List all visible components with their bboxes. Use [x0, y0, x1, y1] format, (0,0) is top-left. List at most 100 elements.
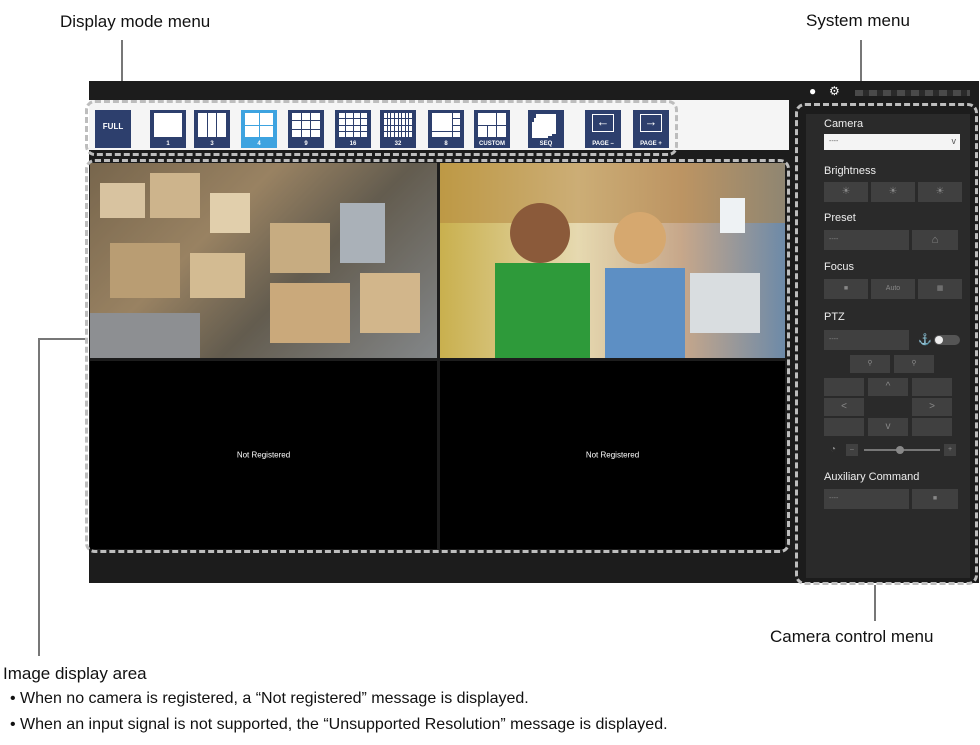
pan-right-button[interactable]: > — [912, 398, 952, 416]
mode-seq-label: SEQ — [539, 141, 553, 147]
not-registered-message-4: Not Registered — [585, 450, 640, 460]
camera-view-3[interactable]: Not Registered — [90, 361, 437, 549]
pan-up-left-button[interactable] — [824, 378, 864, 396]
mode-32-button[interactable]: 32 — [380, 110, 416, 148]
focus-far-button[interactable]: ▦ — [918, 279, 962, 299]
camera-control-menu-callout: Camera control menu — [770, 627, 934, 646]
pan-down-right-button[interactable] — [912, 418, 952, 436]
chevron-down-icon: v — [951, 136, 957, 146]
focus-auto-button[interactable]: Auto — [871, 279, 915, 299]
mode-1-label: 1 — [166, 141, 170, 147]
pan-left-button[interactable]: < — [824, 398, 864, 416]
page-plus-button[interactable]: → PAGE + — [633, 110, 669, 148]
speed-slider-track[interactable] — [864, 446, 940, 454]
note-unsupported-resolution-text: When an input signal is not supported, t… — [20, 716, 668, 733]
focus-near-icon: ■ — [843, 285, 849, 292]
mode-full-label: FULL — [102, 122, 124, 131]
camera-select[interactable]: ---- v — [824, 134, 960, 150]
system-status-bar — [855, 90, 970, 96]
layout-4-icon — [245, 113, 273, 137]
ptz-toggle[interactable] — [934, 335, 960, 345]
home-icon: ⌂ — [931, 234, 939, 246]
mode-8-label: 8 — [444, 141, 448, 147]
layout-3-icon — [198, 113, 226, 137]
ptz-label: PTZ — [824, 311, 845, 323]
zoom-in-icon: ⚲ — [911, 360, 917, 367]
warehouse-feed-image — [90, 163, 437, 358]
brightness-down-button[interactable]: ☀ — [824, 182, 868, 202]
auxiliary-command-select[interactable]: ---- — [824, 489, 909, 509]
chevron-down-icon: v — [885, 421, 891, 432]
mode-custom-button[interactable]: CUSTOM — [474, 110, 510, 148]
camera-view-2[interactable] — [440, 163, 785, 358]
speed-slider-thumb[interactable] — [896, 446, 904, 454]
pan-down-left-button[interactable] — [824, 418, 864, 436]
layout-8-icon — [432, 113, 460, 137]
layout-1-icon — [154, 113, 182, 137]
sun-dim-icon: ☀ — [841, 186, 851, 197]
zoom-out-button[interactable]: ⚲ — [850, 355, 890, 373]
auxiliary-command-label: Auxiliary Command — [824, 471, 920, 483]
ptz-toggle-knob — [935, 336, 943, 344]
preset-select[interactable]: ---- — [824, 230, 909, 250]
layout-32-icon — [384, 113, 412, 137]
camera-control-panel: Camera ---- v Brightness ☀ ☀ ☀ Preset --… — [806, 114, 970, 578]
mode-3-label: 3 — [210, 141, 214, 147]
camera-view-4[interactable]: Not Registered — [440, 361, 785, 549]
mode-seq-button[interactable]: SEQ — [528, 110, 564, 148]
preset-home-button[interactable]: ⌂ — [912, 230, 958, 250]
pan-up-button[interactable]: ^ — [868, 378, 908, 396]
chevron-left-icon: < — [841, 401, 847, 412]
image-area-leader-line-h — [38, 338, 88, 340]
camera-control-leader-line — [874, 585, 876, 621]
zoom-out-icon: ⚲ — [867, 360, 873, 367]
sun-bright-icon: ☀ — [935, 186, 945, 197]
note-not-registered-text: When no camera is registered, a “Not reg… — [20, 690, 529, 707]
chevron-right-icon: > — [929, 401, 935, 412]
speed-gauge-icon: ◔ — [830, 444, 837, 455]
mode-full-button[interactable]: FULL — [95, 110, 131, 148]
mode-1-button[interactable]: 1 — [150, 110, 186, 148]
joystick-icon: ⚓ — [918, 334, 932, 346]
image-display-area-callout: Image display area — [3, 664, 147, 683]
mode-3-button[interactable]: 3 — [194, 110, 230, 148]
chevron-up-icon: ^ — [885, 381, 891, 392]
ptz-select-value: ---- — [829, 336, 839, 343]
page-minus-button[interactable]: ← PAGE – — [585, 110, 621, 148]
brightness-up-button[interactable]: ☀ — [918, 182, 962, 202]
focus-far-icon: ▦ — [936, 285, 944, 292]
sequence-icon — [536, 114, 556, 134]
brightness-label: Brightness — [824, 165, 876, 177]
mode-custom-label: CUSTOM — [479, 141, 505, 147]
arrow-left-icon: ← — [592, 114, 614, 132]
image-area-leader-line-v — [38, 338, 40, 656]
store-feed-image — [440, 163, 785, 358]
pan-down-button[interactable]: v — [868, 418, 908, 436]
mode-4-label: 4 — [257, 141, 261, 147]
mode-4-button[interactable]: 4 — [241, 110, 277, 148]
mode-9-button[interactable]: 9 — [288, 110, 324, 148]
auxiliary-command-send-button[interactable]: ■ — [912, 489, 958, 509]
layout-9-icon — [292, 113, 320, 137]
ptz-select[interactable]: ---- — [824, 330, 909, 350]
speed-minus-button[interactable]: – — [846, 444, 858, 456]
mode-8-button[interactable]: 8 — [428, 110, 464, 148]
pan-up-right-button[interactable] — [912, 378, 952, 396]
auxiliary-command-value: ---- — [829, 495, 839, 502]
zoom-in-button[interactable]: ⚲ — [894, 355, 934, 373]
gear-icon[interactable]: ⚙ — [829, 84, 840, 98]
layout-16-icon — [339, 113, 367, 137]
speed-plus-button[interactable]: + — [944, 444, 956, 456]
user-icon[interactable]: ● — [809, 84, 816, 98]
focus-near-button[interactable]: ■ — [824, 279, 868, 299]
note-unsupported-resolution: • When an input signal is not supported,… — [10, 716, 668, 733]
camera-label: Camera — [824, 118, 864, 130]
brightness-reset-button[interactable]: ☀ — [871, 182, 915, 202]
camera-view-1[interactable] — [90, 163, 437, 358]
mode-16-button[interactable]: 16 — [335, 110, 371, 148]
page-plus-label: PAGE + — [640, 141, 662, 147]
note-not-registered: • When no camera is registered, a “Not r… — [10, 690, 529, 707]
layout-custom-icon — [478, 113, 506, 137]
mode-16-label: 16 — [349, 141, 357, 147]
camera-select-value: ---- — [829, 138, 839, 145]
